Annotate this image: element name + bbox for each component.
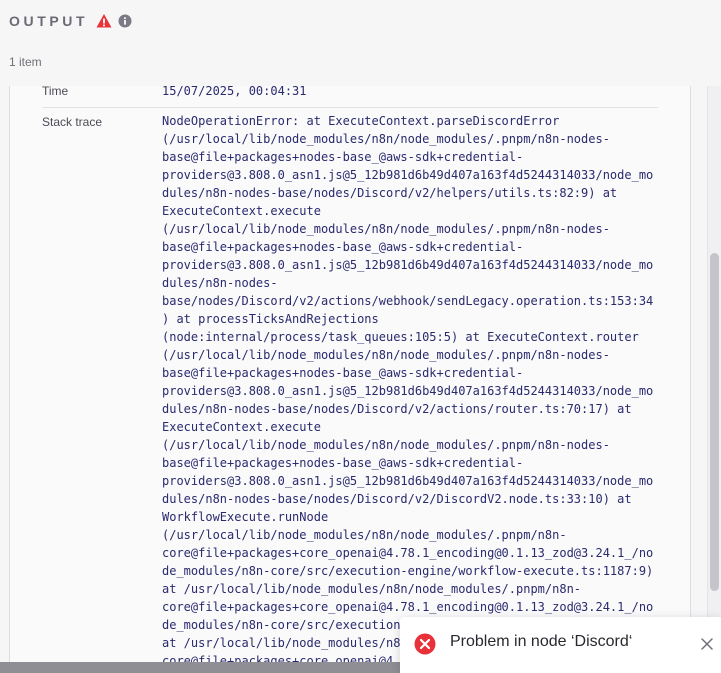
info-circle-icon[interactable] xyxy=(118,14,132,28)
scrollbar-thumb[interactable] xyxy=(710,253,719,591)
stack-trace-line: (/usr/local/lib/node_modules/n8n/node_mo… xyxy=(162,438,610,452)
stack-trace-line: dules/n8n-nodes-base/nodes/Discord/v2/Di… xyxy=(162,492,632,506)
stack-trace-line: (/usr/local/lib/node_modules/n8n/node_mo… xyxy=(162,348,610,362)
stack-trace-line: at /usr/local/lib/node_modules/n8n/node_… xyxy=(162,582,582,596)
stack-trace-line: providers@3.808.0_asn1.js@5_12b981d6b49d… xyxy=(162,474,654,488)
output-header: OUTPUT xyxy=(9,13,132,29)
stack-trace-line: providers@3.808.0_asn1.js@5_12b981d6b49d… xyxy=(162,258,654,272)
stack-trace-line: base@file+packages+nodes-base_@aws-sdk+c… xyxy=(162,150,524,164)
stack-trace-line: base/nodes/Discord/v2/actions/webhook/se… xyxy=(162,294,654,308)
stack-trace-line: ExecuteContext.execute xyxy=(162,204,321,218)
output-panel-page: OUTPUT 1 item Time 15/07/2025, 00:04:31 … xyxy=(0,0,721,673)
warning-triangle-icon[interactable] xyxy=(96,13,112,29)
stack-trace-line: (/usr/local/lib/node_modules/n8n/node_mo… xyxy=(162,222,610,236)
stack-trace-line: (/usr/local/lib/node_modules/n8n/node_mo… xyxy=(162,528,567,542)
time-label: Time xyxy=(42,84,69,98)
stack-trace-line: core@file+packages+core_openai@4.78.1_en… xyxy=(162,546,654,560)
stack-trace-line: ExecuteContext.execute xyxy=(162,420,321,434)
stack-trace-line: WorkflowExecute.runNode xyxy=(162,510,329,524)
stack-trace-line: (/usr/local/lib/node_modules/n8n/node_mo… xyxy=(162,132,610,146)
stack-trace-line: dules/n8n-nodes-base/nodes/Discord/v2/ac… xyxy=(162,402,632,416)
toast-message: Problem in node ‘Discord‘ xyxy=(450,633,633,650)
stack-trace-line: providers@3.808.0_asn1.js@5_12b981d6b49d… xyxy=(162,168,654,182)
stack-trace-line: de_modules/n8n-core/src/execution-engine… xyxy=(162,564,654,578)
stack-trace-line: (node:internal/process/task_queues:105:5… xyxy=(162,330,639,344)
stack-trace-line: core@file+packages+core_openai@4.78.1_en… xyxy=(162,600,654,614)
stack-trace-line: base@file+packages+nodes-base_@aws-sdk+c… xyxy=(162,456,524,470)
output-title: OUTPUT xyxy=(9,13,89,29)
close-icon[interactable] xyxy=(700,637,714,651)
stack-trace-line: base@file+packages+nodes-base_@aws-sdk+c… xyxy=(162,240,524,254)
error-toast[interactable]: Problem in node ‘Discord‘ xyxy=(400,617,721,673)
stack-trace-line: dules/n8n-nodes-base/nodes/Discord/v2/he… xyxy=(162,186,618,200)
error-circle-icon xyxy=(414,633,436,655)
stack-trace-line: NodeOperationError: at ExecuteContext.pa… xyxy=(162,114,560,128)
stack-trace-line: ) at processTicksAndRejections xyxy=(162,312,379,326)
stack-trace-line: dules/n8n-nodes- xyxy=(162,276,278,290)
stack-trace-value: NodeOperationError: at ExecuteContext.pa… xyxy=(162,112,662,670)
item-count: 1 item xyxy=(9,55,42,69)
time-value: 15/07/2025, 00:04:31 xyxy=(162,84,307,98)
stack-trace-line: base@file+packages+nodes-base_@aws-sdk+c… xyxy=(162,366,524,380)
stack-trace-label: Stack trace xyxy=(42,115,103,129)
stack-trace-line: providers@3.808.0_asn1.js@5_12b981d6b49d… xyxy=(162,384,654,398)
row-divider xyxy=(42,107,658,108)
